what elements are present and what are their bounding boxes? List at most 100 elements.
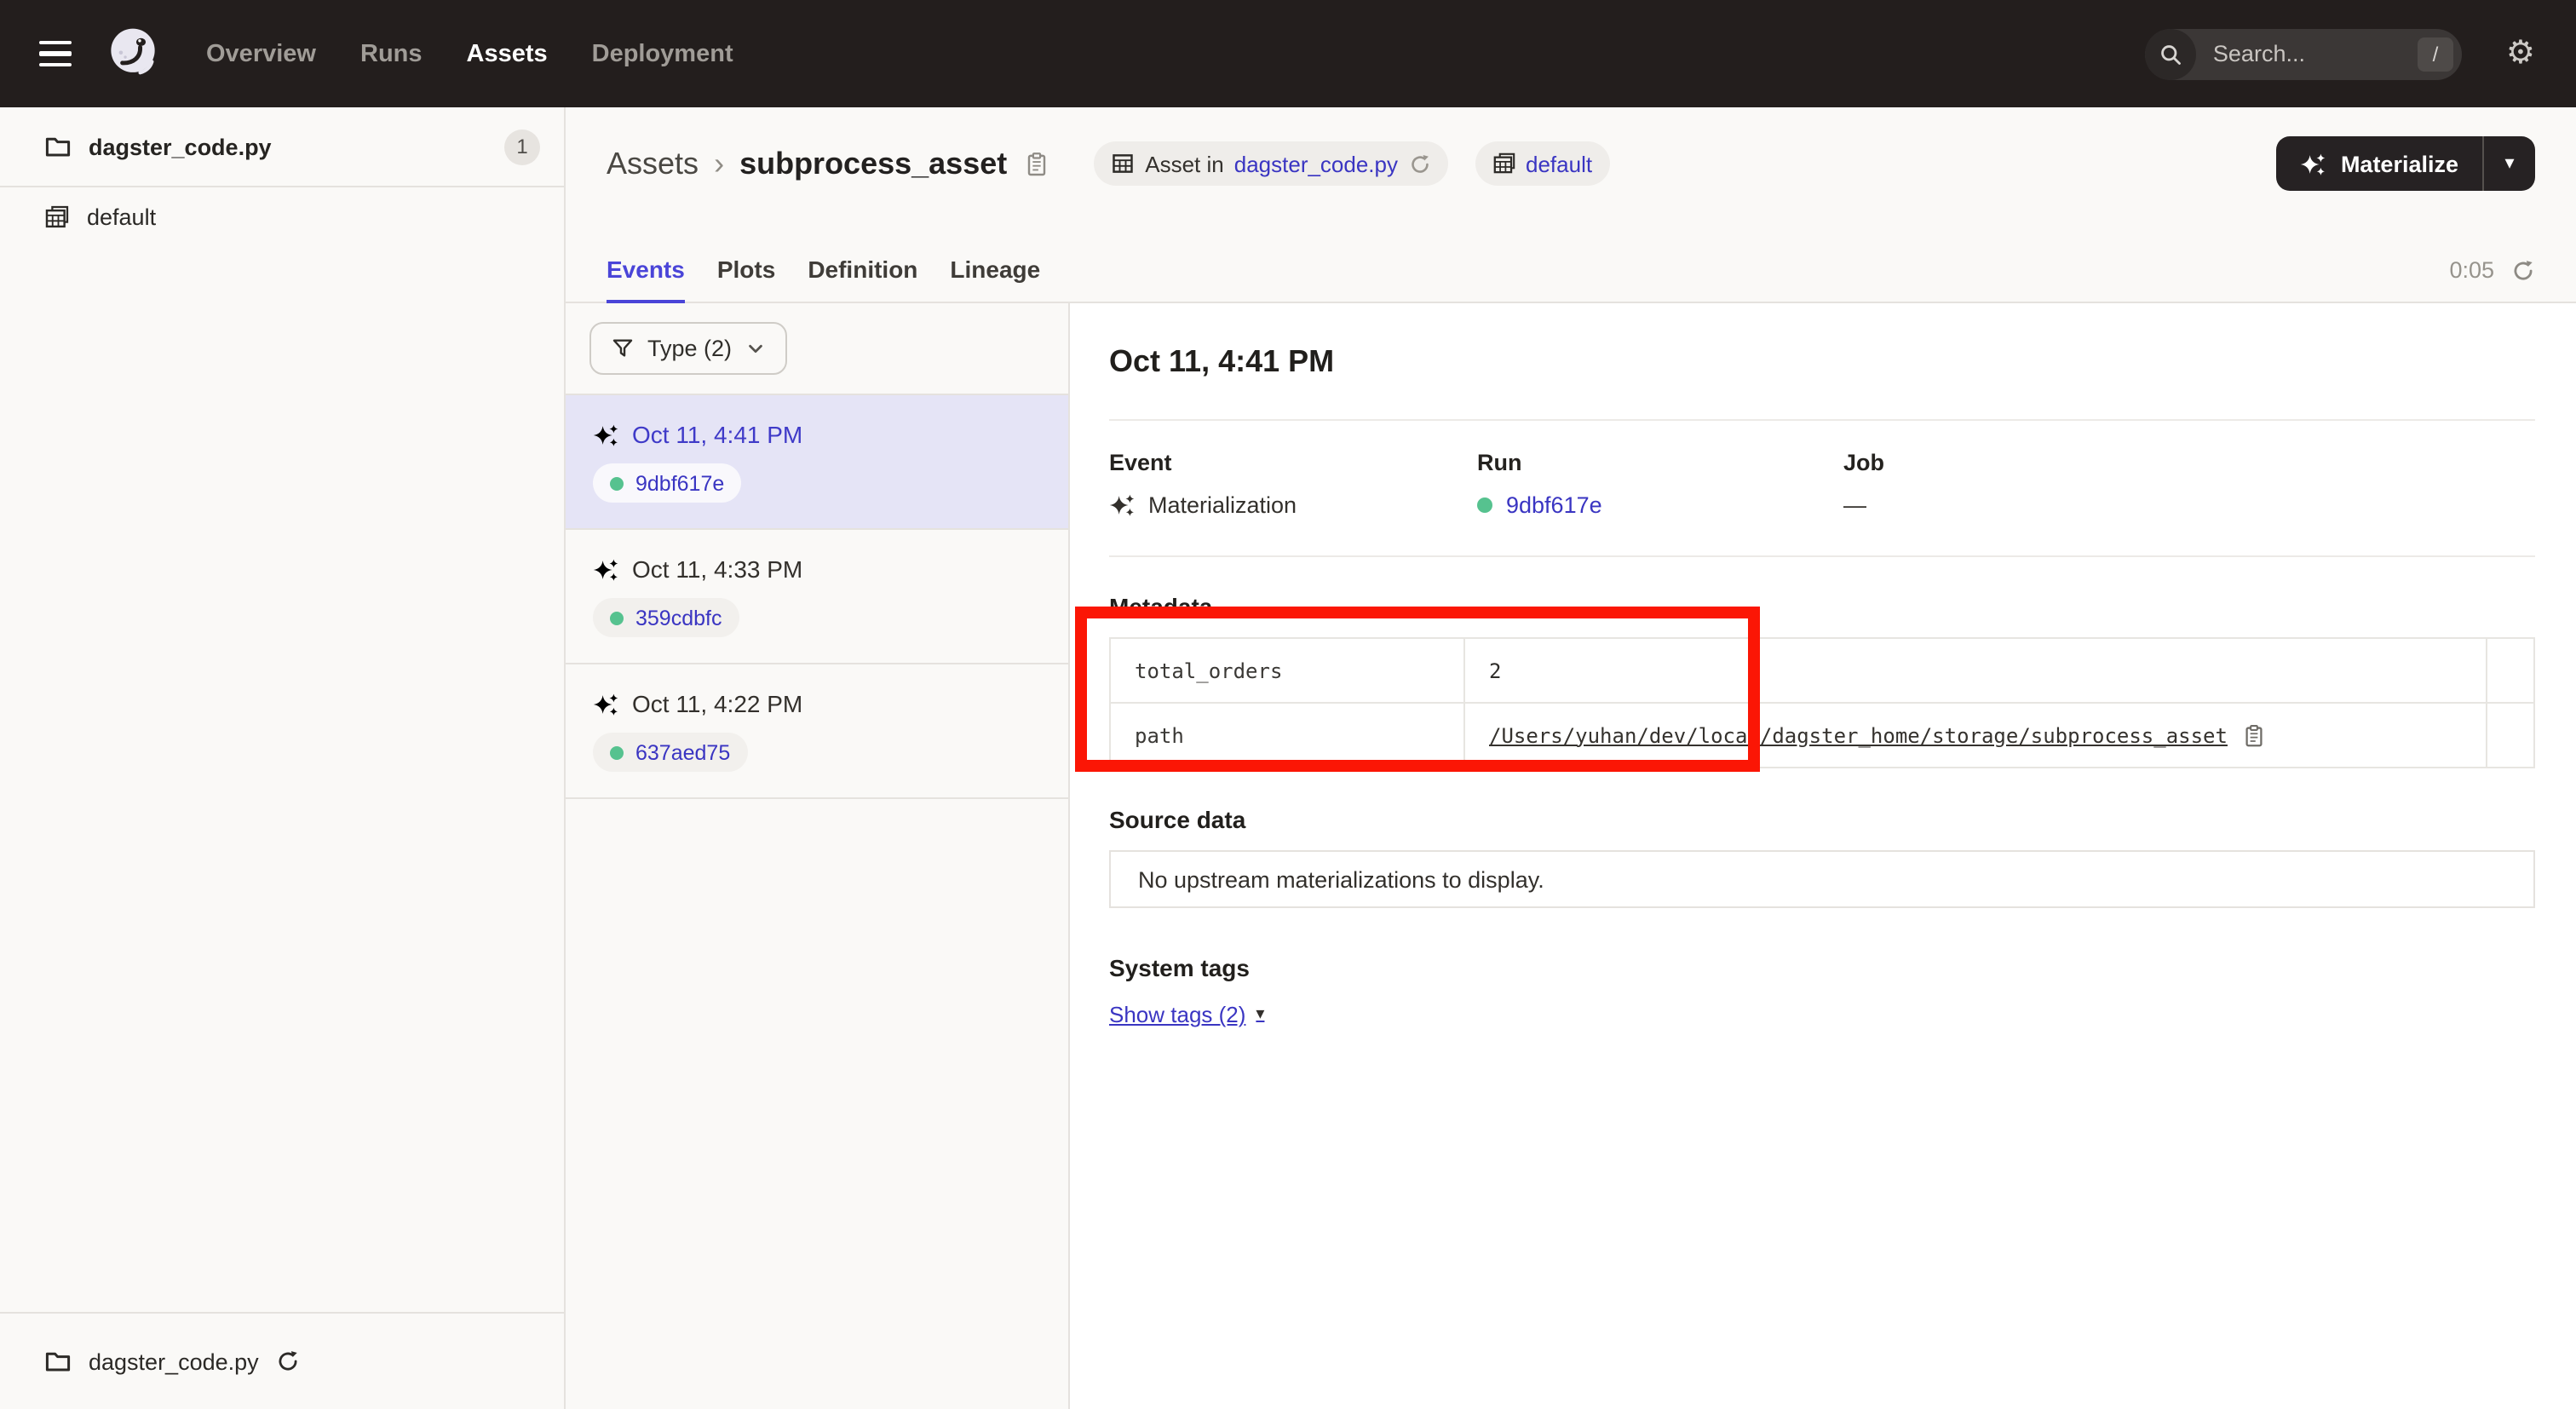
system-tags-heading: System tags <box>1109 954 2535 981</box>
job-empty-value: — <box>1843 492 1866 518</box>
show-tags-label: Show tags (2) <box>1109 1002 1245 1027</box>
nav-assets[interactable]: Assets <box>467 40 548 67</box>
tag-code-file-link[interactable]: dagster_code.py <box>1234 151 1398 176</box>
breadcrumb-assets-link[interactable]: Assets <box>607 146 699 181</box>
nav-overview[interactable]: Overview <box>206 40 316 67</box>
event-list-item[interactable]: Oct 11, 4:33 PM 359cdbfc <box>566 530 1068 664</box>
run-id-tag[interactable]: 359cdbfc <box>593 598 739 637</box>
tag-prefix: Asset in <box>1145 151 1224 176</box>
tab-events[interactable]: Events <box>607 256 685 302</box>
tab-definition[interactable]: Definition <box>808 256 917 302</box>
folder-icon <box>44 1348 72 1375</box>
breadcrumb-separator: › <box>714 146 724 181</box>
materialization-sparkle-icon <box>593 422 618 447</box>
event-detail-title: Oct 11, 4:41 PM <box>1109 344 2535 380</box>
search-shortcut-key: / <box>2418 37 2453 71</box>
default-group-label: default <box>87 204 156 230</box>
events-list-panel: Type (2) Oct 11, 4:41 PM <box>566 303 1070 1409</box>
metadata-path-link[interactable]: /Users/yuhan/dev/local/dagster_home/stor… <box>1489 723 2228 747</box>
filter-funnel-icon <box>612 337 634 359</box>
hamburger-menu-icon[interactable] <box>39 41 72 67</box>
metadata-value: 2 <box>1464 638 2487 703</box>
job-column-label: Job <box>1843 450 2535 475</box>
tab-plots[interactable]: Plots <box>717 256 775 302</box>
materialization-sparkle-icon <box>593 556 618 582</box>
asset-group-icon <box>44 204 70 230</box>
metadata-table: total_orders 2 path /Users/yuhan/dev/loc… <box>1109 637 2535 768</box>
folder-icon <box>44 133 72 160</box>
copy-path-icon[interactable] <box>2243 723 2267 747</box>
tabs-bar: Events Plots Definition Lineage 0:05 <box>566 223 2576 303</box>
source-data-heading: Source data <box>1109 806 2535 833</box>
tag-default-group-link[interactable]: default <box>1526 151 1592 176</box>
topbar-right: / ⚙ <box>2145 28 2535 79</box>
main-area: Assets › subprocess_asset Asset in dagst… <box>566 107 2576 1409</box>
run-id-tag[interactable]: 637aed75 <box>593 733 747 772</box>
event-column-label: Event <box>1109 450 1477 475</box>
table-row: total_orders 2 <box>1110 638 2534 703</box>
refresh-countdown: 0:05 <box>2449 257 2494 283</box>
nav-runs[interactable]: Runs <box>360 40 423 67</box>
event-type-value: Materialization <box>1148 492 1297 518</box>
materialize-dropdown-caret-icon[interactable]: ▾ <box>2484 136 2535 191</box>
refresh-icon[interactable] <box>2511 258 2535 282</box>
run-column-label: Run <box>1477 450 1843 475</box>
chevron-down-icon <box>745 339 764 358</box>
run-id: 359cdbfc <box>635 606 722 630</box>
source-data-empty-message: No upstream materializations to display. <box>1138 866 1544 892</box>
asset-group-tag[interactable]: default <box>1475 141 1609 186</box>
materialization-sparkle-icon <box>593 691 618 716</box>
tab-lineage[interactable]: Lineage <box>950 256 1040 302</box>
asset-in-code-location-tag[interactable]: Asset in dagster_code.py <box>1094 141 1447 186</box>
topbar: Overview Runs Assets Deployment / ⚙ <box>0 0 2576 107</box>
page-header: Assets › subprocess_asset Asset in dagst… <box>566 107 2576 191</box>
run-id: 9dbf617e <box>635 471 724 495</box>
materialization-sparkle-icon <box>1109 492 1135 518</box>
materialize-button[interactable]: Materialize ▾ <box>2276 136 2535 191</box>
breadcrumb: Assets › subprocess_asset Asset in dagst… <box>607 136 2535 191</box>
filter-bar: Type (2) <box>566 303 1068 395</box>
run-status-dot <box>1477 497 1492 513</box>
metadata-key: total_orders <box>1110 638 1464 703</box>
top-nav: Overview Runs Assets Deployment <box>206 40 733 67</box>
gear-icon[interactable]: ⚙ <box>2506 37 2535 70</box>
show-tags-toggle[interactable]: Show tags (2) ▾ <box>1109 1002 1264 1027</box>
event-summary: Event Materialization Run 9dbf617e <box>1109 450 2535 518</box>
materialize-label: Materialize <box>2341 151 2458 176</box>
table-icon <box>1111 152 1135 175</box>
caret-down-icon: ▾ <box>1256 1005 1264 1024</box>
nav-deployment[interactable]: Deployment <box>592 40 733 67</box>
run-status-dot <box>610 745 624 759</box>
reload-location-icon[interactable] <box>276 1349 300 1373</box>
run-status-dot <box>610 611 624 624</box>
sidebar-footer-code-location[interactable]: dagster_code.py <box>0 1312 564 1409</box>
search-input[interactable] <box>2210 39 2418 68</box>
sidebar-item-code-file[interactable]: dagster_code.py 1 <box>0 107 564 187</box>
sidebar-item-default-group[interactable]: default <box>0 187 564 247</box>
page-title: subprocess_asset <box>739 146 1007 181</box>
code-file-label: dagster_code.py <box>89 134 487 159</box>
event-timestamp: Oct 11, 4:22 PM <box>632 690 802 717</box>
metadata-key: path <box>1110 703 1464 768</box>
table-row: path /Users/yuhan/dev/local/dagster_home… <box>1110 703 2534 768</box>
sparkle-icon <box>2300 151 2326 176</box>
asset-count-badge: 1 <box>504 129 540 164</box>
dagster-app-window: Overview Runs Assets Deployment / ⚙ dag <box>0 0 2576 1409</box>
type-filter-label: Type (2) <box>647 336 732 361</box>
type-filter-button[interactable]: Type (2) <box>589 322 786 375</box>
run-id-tag[interactable]: 9dbf617e <box>593 463 741 503</box>
event-timestamp: Oct 11, 4:33 PM <box>632 555 802 583</box>
copy-asset-name-icon[interactable] <box>1024 151 1049 176</box>
source-data-empty-state: No upstream materializations to display. <box>1109 850 2535 908</box>
event-detail-panel: Oct 11, 4:41 PM Event Materialization Ru… <box>1070 303 2576 1409</box>
asset-group-icon <box>1492 152 1515 175</box>
event-list-item[interactable]: Oct 11, 4:22 PM 637aed75 <box>566 664 1068 799</box>
refresh-icon[interactable] <box>1408 152 1430 175</box>
dagster-logo-icon[interactable] <box>101 21 165 86</box>
event-timestamp: Oct 11, 4:41 PM <box>632 421 802 448</box>
run-id-link[interactable]: 9dbf617e <box>1506 492 1602 518</box>
search-bar[interactable]: / <box>2145 28 2462 79</box>
run-status-dot <box>610 476 624 490</box>
run-id: 637aed75 <box>635 740 730 764</box>
event-list-item[interactable]: Oct 11, 4:41 PM 9dbf617e <box>566 395 1068 530</box>
